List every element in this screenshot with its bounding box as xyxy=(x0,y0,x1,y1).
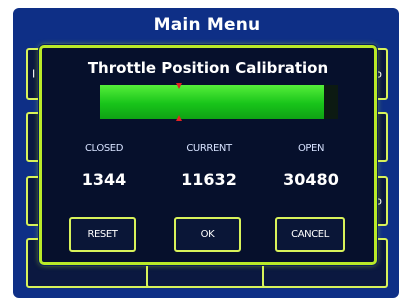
throttle-position-bar-fill xyxy=(100,85,324,119)
current-label: CURRENT xyxy=(186,143,232,154)
dialog-title: Throttle Position Calibration xyxy=(87,59,329,77)
current-position-marker-bottom xyxy=(175,115,182,121)
closed-value: 1344 xyxy=(81,170,127,189)
menu-button-left-top-label: I xyxy=(32,67,36,81)
calibration-dialog: Throttle Position Calibration CLOSED CUR… xyxy=(39,45,377,265)
open-value: 30480 xyxy=(283,170,339,189)
current-position-marker-top xyxy=(175,83,182,89)
throttle-position-bar xyxy=(100,83,338,121)
closed-label: CLOSED xyxy=(84,143,124,154)
screen: Main Menu I o o Throttle Position Calibr… xyxy=(0,0,414,303)
ok-button[interactable]: OK xyxy=(174,217,241,252)
cancel-button[interactable]: CANCEL xyxy=(275,217,345,252)
main-menu-title: Main Menu xyxy=(153,15,261,35)
reset-button[interactable]: RESET xyxy=(69,217,136,252)
current-value: 11632 xyxy=(181,170,237,189)
open-label: OPEN xyxy=(297,143,325,154)
